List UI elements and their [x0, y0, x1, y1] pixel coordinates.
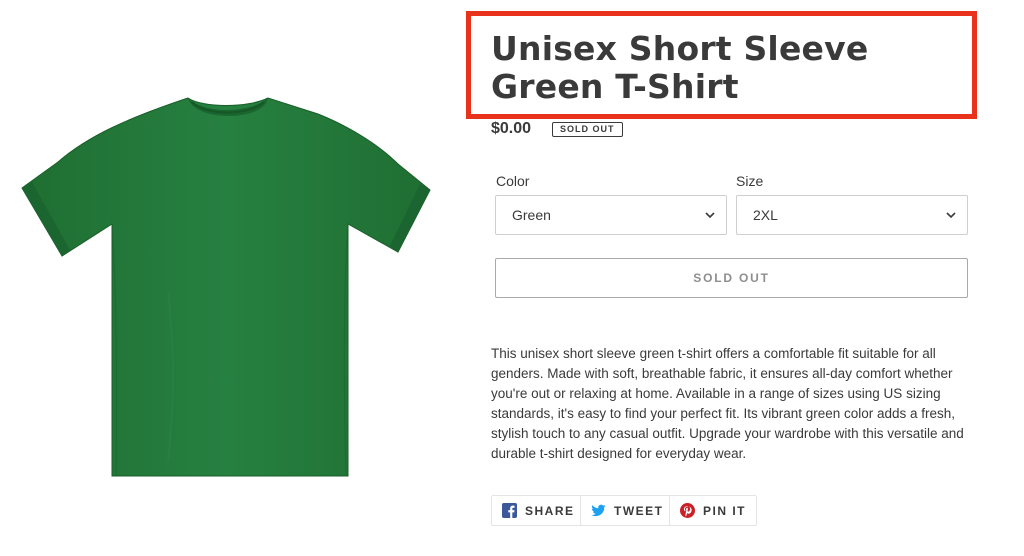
size-select[interactable]: 2XL	[736, 195, 968, 235]
pinterest-icon	[680, 503, 695, 518]
size-select-value: 2XL	[753, 207, 778, 223]
size-label: Size	[736, 173, 764, 189]
facebook-icon	[502, 503, 517, 518]
twitter-icon	[591, 504, 606, 517]
facebook-share-label: SHARE	[525, 503, 575, 518]
facebook-share-button[interactable]: SHARE	[491, 495, 586, 526]
product-price: $0.00	[491, 120, 532, 137]
pinterest-share-label: PIN IT	[703, 503, 747, 518]
product-image	[18, 92, 434, 484]
color-select[interactable]: Green	[495, 195, 727, 235]
color-select-value: Green	[512, 207, 551, 223]
twitter-share-label: TWEET	[614, 503, 664, 518]
chevron-down-icon	[946, 212, 956, 219]
color-label: Color	[496, 173, 530, 189]
sold-out-badge: SOLD OUT	[552, 122, 623, 137]
pinterest-share-button[interactable]: PIN IT	[669, 495, 758, 526]
product-description: This unisex short sleeve green t-shirt o…	[491, 346, 964, 461]
product-title: Unisex Short Sleeve Green T-Shirt	[491, 29, 869, 106]
twitter-share-button[interactable]: TWEET	[580, 495, 675, 526]
chevron-down-icon	[705, 212, 715, 219]
sold-out-button[interactable]: SOLD OUT	[495, 258, 968, 298]
tshirt-image	[21, 97, 431, 477]
